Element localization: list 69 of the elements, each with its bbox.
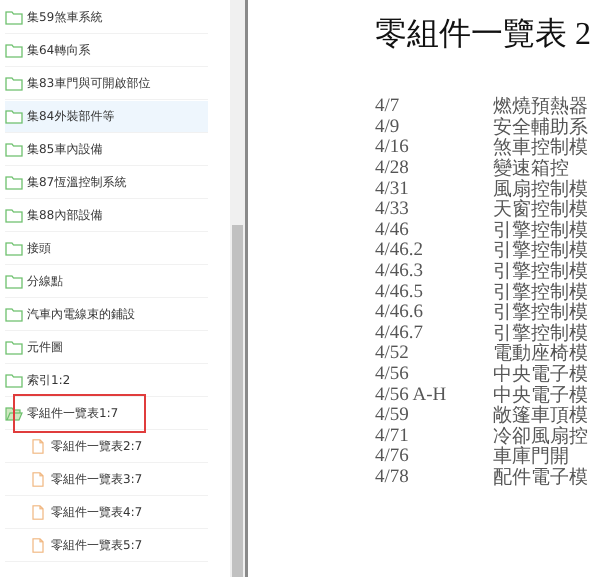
part-code: 4/31 [375, 178, 410, 200]
part-name: 風扇控制模 [493, 178, 588, 200]
part-code: 4/46 [375, 218, 410, 241]
part-name: 敞篷車頂模 [493, 404, 588, 426]
tree-item[interactable]: 元件圖 [5, 332, 208, 364]
tree-item[interactable]: 零組件一覽表3:7 [5, 464, 208, 496]
tree-item[interactable]: 分線點 [5, 266, 208, 298]
tree-item[interactable]: 集83車門與可開啟部位 [5, 68, 208, 100]
part-code: 4/46.2 [375, 239, 424, 262]
folder-icon [5, 142, 23, 157]
tree-item[interactable]: 集84外裝部件等 [5, 101, 208, 133]
folder-icon [5, 274, 23, 289]
part-code: 4/16 [375, 136, 410, 158]
part-code: 4/9 [375, 116, 400, 138]
tree-item[interactable]: 零組件一覽表4:7 [5, 497, 208, 529]
tree-item[interactable]: 索引1:2 [5, 365, 208, 397]
part-name: 煞車控制模 [493, 136, 588, 158]
part-code: 4/59 [375, 404, 410, 426]
part-code: 4/76 [375, 445, 410, 468]
part-code: 4/52 [375, 342, 410, 364]
folder-icon [5, 175, 23, 190]
part-code: 4/56 [375, 363, 410, 386]
part-code: 4/46.5 [375, 280, 424, 303]
part-name: 引擎控制模 [493, 301, 588, 324]
folder-icon [5, 43, 23, 58]
folder-icon [5, 76, 23, 91]
tree-item[interactable]: 集59煞車系統 [5, 2, 208, 34]
part-name: 引擎控制模 [493, 280, 588, 303]
folder-icon [5, 307, 23, 322]
part-name: 中央電子模 [493, 384, 588, 406]
part-code: 4/46.6 [375, 301, 424, 324]
part-code: 4/46.3 [375, 260, 424, 282]
folder-icon [5, 241, 23, 256]
tree-item[interactable]: 零組件一覽表1:7 [5, 398, 208, 430]
part-name: 引擎控制模 [493, 322, 588, 344]
part-name: 燃燒預熱器 [493, 95, 588, 118]
folder-icon [5, 208, 23, 223]
part-code: 4/7 [375, 95, 400, 118]
tree-item[interactable]: 集64轉向系 [5, 35, 208, 67]
folder-icon [5, 10, 23, 25]
folder-icon [5, 109, 23, 124]
part-name: 車庫門開 [493, 445, 569, 468]
part-name: 引擎控制模 [493, 260, 588, 282]
part-name: 電動座椅模 [493, 342, 588, 364]
part-name: 變速箱控 [493, 157, 569, 180]
tree-item[interactable]: 集87恆溫控制系統 [5, 167, 208, 199]
tree-item[interactable]: 集85車內設備 [5, 134, 208, 166]
part-name: 中央電子模 [493, 363, 588, 386]
tree-item[interactable]: 接頭 [5, 233, 208, 265]
part-name: 安全輔助系 [493, 116, 588, 138]
part-name: 引擎控制模 [493, 218, 588, 241]
tree-item[interactable]: 零組件一覽表2:7 [5, 431, 208, 463]
folder-icon [5, 373, 23, 388]
scrollbar[interactable] [230, 0, 245, 577]
part-code: 4/78 [375, 466, 410, 488]
part-code: 4/56 A-H [375, 384, 448, 406]
document-title: 零組件一覽表 2 [375, 14, 592, 53]
part-name: 配件電子模 [493, 466, 588, 490]
tree-item[interactable]: 集88內部設備 [5, 200, 208, 232]
part-name: 引擎控制模 [493, 239, 588, 262]
tree-item[interactable]: 零組件一覽表5:7 [5, 530, 208, 562]
part-name: 冷卻風扇控 [493, 424, 588, 447]
tree-item[interactable]: 汽車內電線束的鋪設 [5, 299, 208, 331]
part-code: 4/28 [375, 157, 410, 180]
part-code: 4/33 [375, 198, 410, 220]
part-code: 4/46.7 [375, 322, 424, 344]
part-name: 天窗控制模 [493, 198, 588, 220]
folder-icon [5, 340, 23, 355]
part-code: 4/71 [375, 424, 410, 447]
